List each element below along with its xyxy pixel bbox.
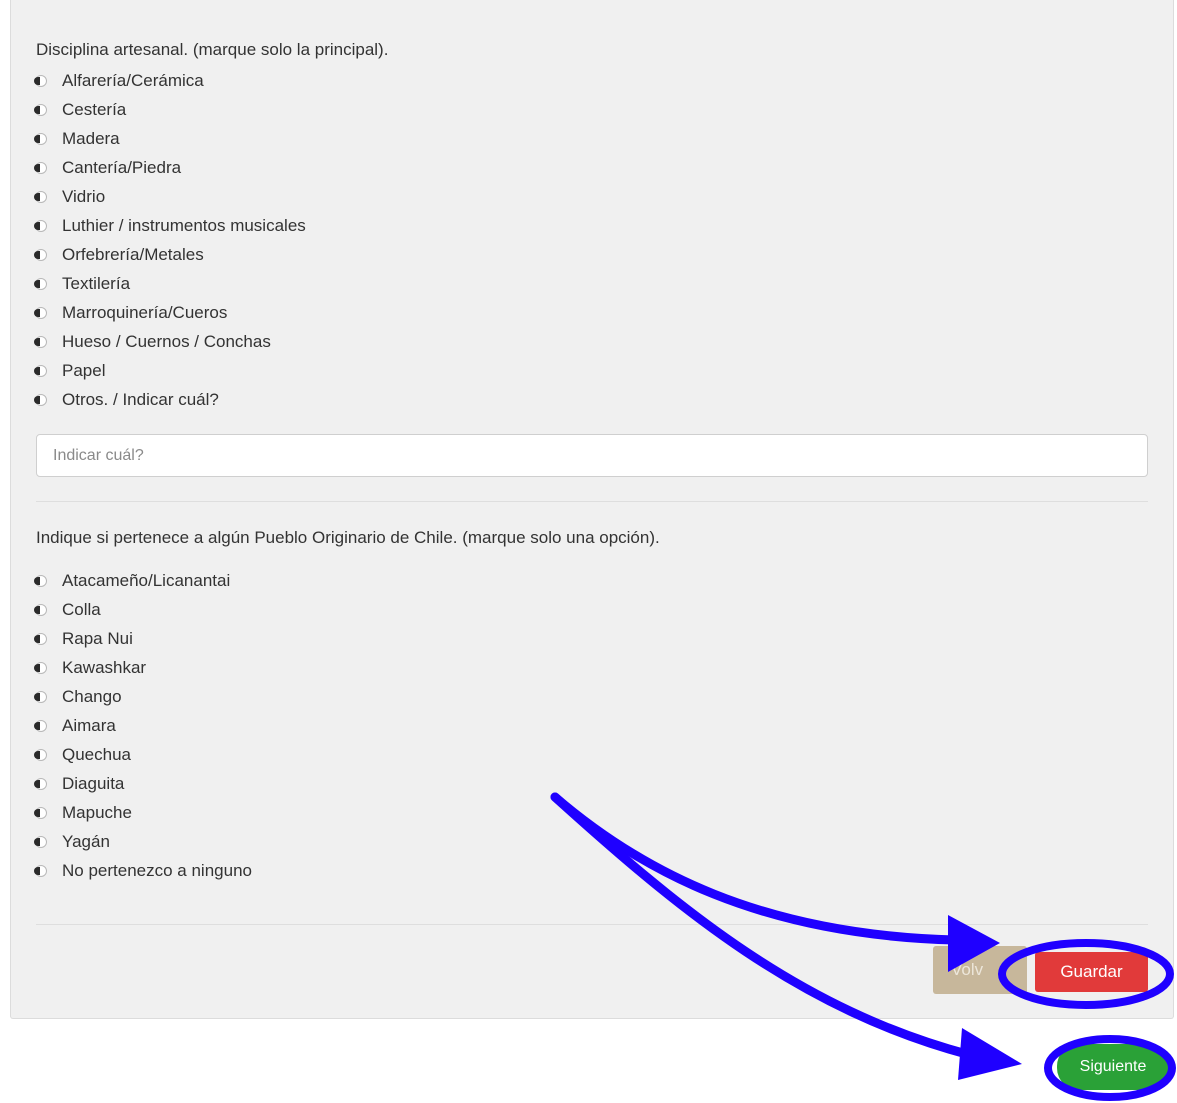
disciplina-option-label: Luthier / instrumentos musicales bbox=[62, 215, 306, 235]
divider bbox=[36, 924, 1148, 925]
pueblo-option-label: Aimara bbox=[62, 715, 116, 735]
pueblo-option-label: Yagán bbox=[62, 831, 110, 851]
pueblo-option[interactable]: Aimara bbox=[34, 711, 252, 740]
pueblo-option[interactable]: Colla bbox=[34, 595, 252, 624]
disciplina-option[interactable]: Marroquinería/Cueros bbox=[34, 298, 306, 327]
divider bbox=[36, 501, 1148, 502]
disciplina-option[interactable]: Cestería bbox=[34, 95, 306, 124]
radio-button[interactable] bbox=[34, 777, 47, 790]
disciplina-option[interactable]: Orfebrería/Metales bbox=[34, 240, 306, 269]
guardar-button[interactable]: Guardar bbox=[1035, 952, 1148, 992]
pueblo-option-label: Diaguita bbox=[62, 773, 125, 793]
radio-button[interactable] bbox=[34, 603, 47, 616]
radio-button[interactable] bbox=[34, 690, 47, 703]
disciplina-option-label: Orfebrería/Metales bbox=[62, 244, 204, 264]
radio-button[interactable] bbox=[34, 277, 47, 290]
pueblo-option[interactable]: Diaguita bbox=[34, 769, 252, 798]
disciplina-option[interactable]: Cantería/Piedra bbox=[34, 153, 306, 182]
disciplina-option-label: Madera bbox=[62, 128, 120, 148]
pueblo-option-label: Rapa Nui bbox=[62, 628, 133, 648]
indicar-cual-input[interactable] bbox=[36, 434, 1148, 477]
pueblo-option[interactable]: Chango bbox=[34, 682, 252, 711]
radio-button[interactable] bbox=[34, 806, 47, 819]
pueblo-option-label: Mapuche bbox=[62, 802, 132, 822]
pueblo-option-label: Quechua bbox=[62, 744, 131, 764]
siguiente-button[interactable]: Siguiente bbox=[1057, 1044, 1169, 1090]
pueblo-option-label: Colla bbox=[62, 599, 101, 619]
radio-button[interactable] bbox=[34, 161, 47, 174]
pueblo-option[interactable]: Atacameño/Licanantai bbox=[34, 566, 252, 595]
disciplina-option-label: Hueso / Cuernos / Conchas bbox=[62, 331, 271, 351]
disciplina-option-label: Marroquinería/Cueros bbox=[62, 302, 228, 322]
radio-button[interactable] bbox=[34, 632, 47, 645]
annotation-arrowhead-siguiente bbox=[958, 1028, 1022, 1080]
disciplina-option-label: Cantería/Piedra bbox=[62, 157, 182, 177]
disciplina-option[interactable]: Madera bbox=[34, 124, 306, 153]
radio-button[interactable] bbox=[34, 661, 47, 674]
disciplina-option[interactable]: Textilería bbox=[34, 269, 306, 298]
question-disciplina-label: Disciplina artesanal. (marque solo la pr… bbox=[36, 40, 389, 59]
disciplina-option-label: Cestería bbox=[62, 99, 127, 119]
pueblo-option[interactable]: Yagán bbox=[34, 827, 252, 856]
radio-button[interactable] bbox=[34, 219, 47, 232]
radio-button[interactable] bbox=[34, 393, 47, 406]
pueblo-option[interactable]: Rapa Nui bbox=[34, 624, 252, 653]
pueblo-option[interactable]: Mapuche bbox=[34, 798, 252, 827]
pueblo-option[interactable]: Kawashkar bbox=[34, 653, 252, 682]
radio-button[interactable] bbox=[34, 748, 47, 761]
radio-button[interactable] bbox=[34, 74, 47, 87]
disciplina-option[interactable]: Papel bbox=[34, 356, 306, 385]
pueblo-option[interactable]: Quechua bbox=[34, 740, 252, 769]
disciplina-option-label: Vidrio bbox=[62, 186, 106, 206]
disciplina-option[interactable]: Vidrio bbox=[34, 182, 306, 211]
radio-button[interactable] bbox=[34, 248, 47, 261]
pueblo-option-label: No pertenezco a ninguno bbox=[62, 860, 252, 880]
disciplina-option[interactable]: Luthier / instrumentos musicales bbox=[34, 211, 306, 240]
disciplina-option[interactable]: Otros. / Indicar cuál? bbox=[34, 385, 306, 414]
radio-button[interactable] bbox=[34, 335, 47, 348]
radio-button[interactable] bbox=[34, 132, 47, 145]
disciplina-option-label: Papel bbox=[62, 360, 106, 380]
disciplina-option-label: Otros. / Indicar cuál? bbox=[62, 389, 219, 409]
disciplina-option-label: Textilería bbox=[62, 273, 131, 293]
disciplina-options: Alfarería/Cerámica Cestería Madera Cantería… bbox=[34, 66, 306, 414]
pueblo-option[interactable]: No pertenezco a ninguno bbox=[34, 856, 252, 885]
pueblo-option-label: Atacameño/Licanantai bbox=[62, 570, 231, 590]
pueblo-options: Atacameño/Licanantai Colla Rapa Nui Kawashk… bbox=[34, 566, 252, 885]
radio-button[interactable] bbox=[34, 835, 47, 848]
question-pueblo-label: Indique si pertenece a algún Pueblo Orig… bbox=[36, 528, 660, 547]
disciplina-option[interactable]: Alfarería/Cerámica bbox=[34, 66, 306, 95]
radio-button[interactable] bbox=[34, 364, 47, 377]
disciplina-option[interactable]: Hueso / Cuernos / Conchas bbox=[34, 327, 306, 356]
volver-button[interactable]: Volv bbox=[933, 946, 1027, 994]
radio-button[interactable] bbox=[34, 719, 47, 732]
disciplina-option-label: Alfarería/Cerámica bbox=[62, 70, 204, 90]
radio-button[interactable] bbox=[34, 306, 47, 319]
radio-button[interactable] bbox=[34, 190, 47, 203]
radio-button[interactable] bbox=[34, 864, 47, 877]
pueblo-option-label: Chango bbox=[62, 686, 122, 706]
pueblo-option-label: Kawashkar bbox=[62, 657, 147, 677]
radio-button[interactable] bbox=[34, 103, 47, 116]
radio-button[interactable] bbox=[34, 574, 47, 587]
